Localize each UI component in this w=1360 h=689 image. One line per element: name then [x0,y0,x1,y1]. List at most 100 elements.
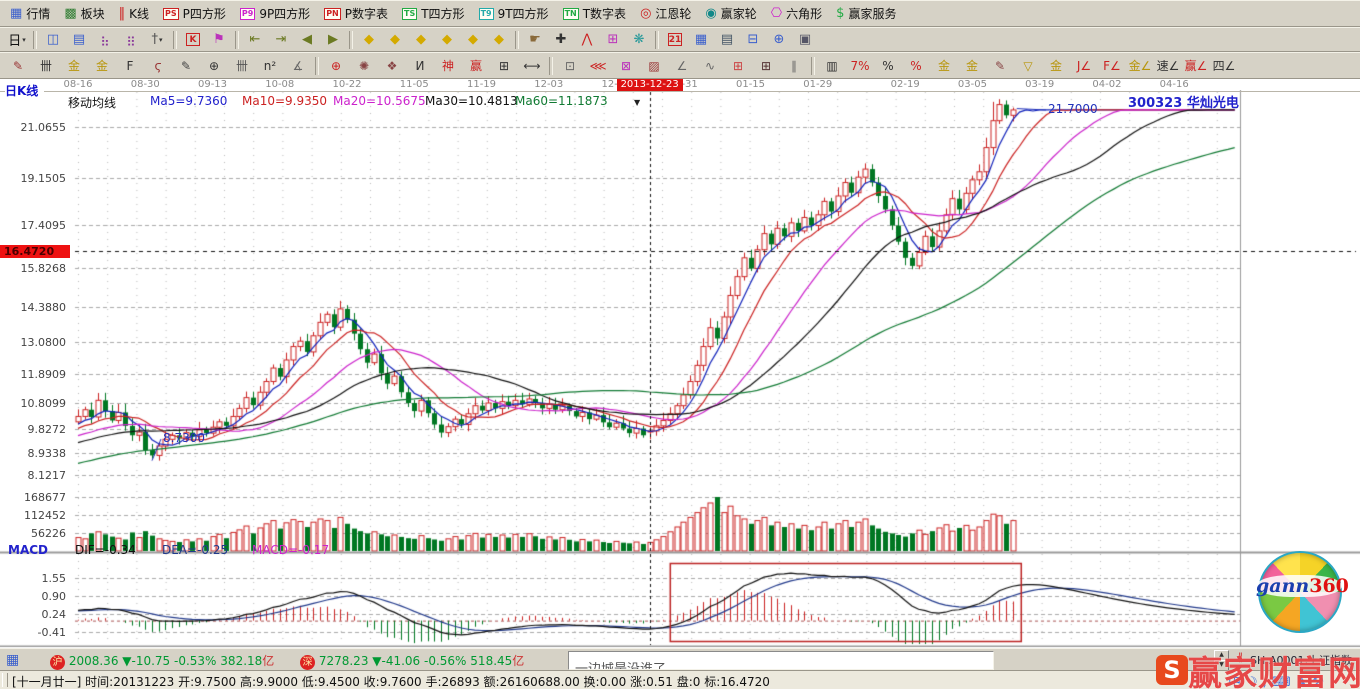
percent-icon[interactable]: % [875,54,901,77]
spiral-icon[interactable]: ϛ [145,54,171,77]
kline-chart-canvas[interactable] [0,90,1360,648]
red-grid-icon[interactable]: ⊞ [725,54,751,77]
menu-gann-wheel[interactable]: ◎江恩轮 [634,3,699,24]
indicator-flag-icon[interactable]: ⚑ [207,29,231,50]
n-square-icon[interactable]: n² [257,54,283,77]
menu-t-table[interactable]: TNT数字表 [557,3,635,24]
gold-lines-icon[interactable]: 金 [959,54,985,77]
measure-tool-icon[interactable]: ⋀ [575,29,599,50]
percent7-icon[interactable]: 7% [847,54,873,77]
hand-tool-icon[interactable]: ☛ [523,29,547,50]
gann-grid-tool-icon[interactable]: ⊞ [601,29,625,50]
menu-kline[interactable]: ‖K线 [113,3,157,24]
angle-four-icon[interactable]: 四∠ [1211,54,1237,77]
box-fan-icon[interactable]: ⊠ [613,54,639,77]
quote-table-icon[interactable]: ▦ [6,652,19,668]
calculator-icon[interactable]: ▦ [689,29,713,50]
sh-index-group[interactable]: 沪 2008.36 ▼-10.75 -0.53% 382.18亿 [50,652,274,670]
last-bar-icon[interactable]: ⇥ [269,29,293,50]
expand-x-icon[interactable]: ◆ [383,29,407,50]
sz-index-change: ▼-41.06 -0.56% [372,654,466,668]
square-wheel-icon[interactable]: ❖ [379,54,405,77]
zigzag-icon[interactable]: ∿ [697,54,723,77]
angle-gold-icon[interactable]: 金∠ [1127,54,1153,77]
candle-style-icon[interactable]: †▾ [145,29,169,50]
price-scale-icon[interactable]: ▥ [819,54,845,77]
calendar-icon[interactable]: 21 [663,29,687,50]
notebook-icon[interactable]: ▤ [715,29,739,50]
gold-grid-icon[interactable]: 金 [61,54,87,77]
pen2-tool-icon[interactable]: ✎ [173,54,199,77]
crosshair-tool-icon[interactable]: ✚ [549,29,573,50]
price-tick: 9.8272 [2,423,66,436]
percent-lines-icon[interactable]: % [903,54,929,77]
indicator-dropdown-icon[interactable]: ▼ [634,98,640,107]
menu-t-square[interactable]: TST四方形 [396,3,473,24]
angle-f-icon[interactable]: F∠ [1099,54,1125,77]
menu-t-table-label: T数字表 [583,5,626,22]
ying-grid-icon[interactable]: 赢 [463,54,489,77]
window-icon[interactable]: ◫ [41,29,65,50]
shrink-x-icon[interactable]: ◆ [357,29,381,50]
period-day-selector-icon[interactable]: 日▾ [5,29,29,50]
reset-zoom-icon[interactable]: ◆ [487,29,511,50]
menu-winner-service[interactable]: $赢家服务 [830,3,904,24]
menu-p-square[interactable]: PSP四方形 [157,3,234,24]
pen-tool-icon[interactable]: ✎ [5,54,31,77]
dark-grid-icon[interactable]: ⊞ [753,54,779,77]
hash2-grid-icon[interactable]: 卌 [229,54,255,77]
gann-wheel-icon[interactable]: ✺ [351,54,377,77]
expand-y-icon[interactable]: ◆ [435,29,459,50]
crosshair-price-tag: 16.4720 [0,245,70,258]
shaded-box-icon[interactable]: ▨ [641,54,667,77]
hash-grid-icon[interactable]: 卌 [33,54,59,77]
gold-circle-icon[interactable]: 金 [931,54,957,77]
first-bar-icon[interactable]: ⇤ [243,29,267,50]
sz-badge: 深 [300,655,315,670]
menu-p-table[interactable]: PNP数字表 [318,3,396,24]
save-icon[interactable]: ⊟ [741,29,765,50]
wheel-tool-icon[interactable]: ❋ [627,29,651,50]
gold-grid2-icon[interactable]: 金 [89,54,115,77]
save-web-icon[interactable]: ⊕ [767,29,791,50]
macd-label[interactable]: MACD [8,543,48,557]
macd-dea-value: DEA=-0.25 [162,543,228,557]
compass-icon[interactable]: ⊕ [201,54,227,77]
prev-bar-icon[interactable]: ◀ [295,29,319,50]
angle-lines-icon[interactable]: ∠ [669,54,695,77]
print-icon[interactable]: ▣ [793,29,817,50]
menu-hexagon-label: 六角形 [786,5,822,22]
menu-winner-wheel[interactable]: ◉赢家轮 [699,3,764,24]
parallel-lines-icon[interactable]: ∥ [781,54,807,77]
gold2-lines-icon[interactable]: 金 [1043,54,1069,77]
f-ruler-icon[interactable]: F [117,54,143,77]
pen3-tool-icon[interactable]: ✎ [987,54,1013,77]
time-mark-icon[interactable]: И [407,54,433,77]
angle-j-icon[interactable]: J∠ [1071,54,1097,77]
chart9-icon[interactable]: ⣶ [119,29,143,50]
menu-quotes[interactable]: ▦行情 [4,3,58,24]
shen-grid-icon[interactable]: 神 [435,54,461,77]
sz-index-group[interactable]: 深 7278.23 ▼-41.06 -0.56% 518.45亿 [300,652,524,670]
protractor-icon[interactable]: ∡ [285,54,311,77]
gann-box-icon[interactable]: ⊡ [557,54,583,77]
menu-9p-square[interactable]: P99P四方形 [234,3,318,24]
quote-page-icon[interactable]: ▤ [67,29,91,50]
menu-hexagon[interactable]: ⎔六角形 [765,3,830,24]
next-bar-icon[interactable]: ▶ [321,29,345,50]
message-input[interactable]: 一边城是没谁了 [568,651,994,670]
width-measure-icon[interactable]: ⟷ [519,54,545,77]
angle-ying-icon[interactable]: 赢∠ [1183,54,1209,77]
menu-9t-square[interactable]: T99T四方形 [473,3,557,24]
menu-sectors[interactable]: ▩板块 [58,3,112,24]
fan-lines-icon[interactable]: ⋘ [585,54,611,77]
fit-window-icon[interactable]: ◆ [461,29,485,50]
kline-window-icon[interactable]: K [181,29,205,50]
chart3-icon[interactable]: ⣦ [93,29,117,50]
angle-speed-icon[interactable]: 速∠ [1155,54,1181,77]
gold-triangle-icon[interactable]: ▽ [1015,54,1041,77]
circle-target-icon[interactable]: ⊕ [323,54,349,77]
kline-type-label[interactable]: 日K线 [5,82,44,99]
shrink-y-icon[interactable]: ◆ [409,29,433,50]
ruler-grid-icon[interactable]: ⊞ [491,54,517,77]
